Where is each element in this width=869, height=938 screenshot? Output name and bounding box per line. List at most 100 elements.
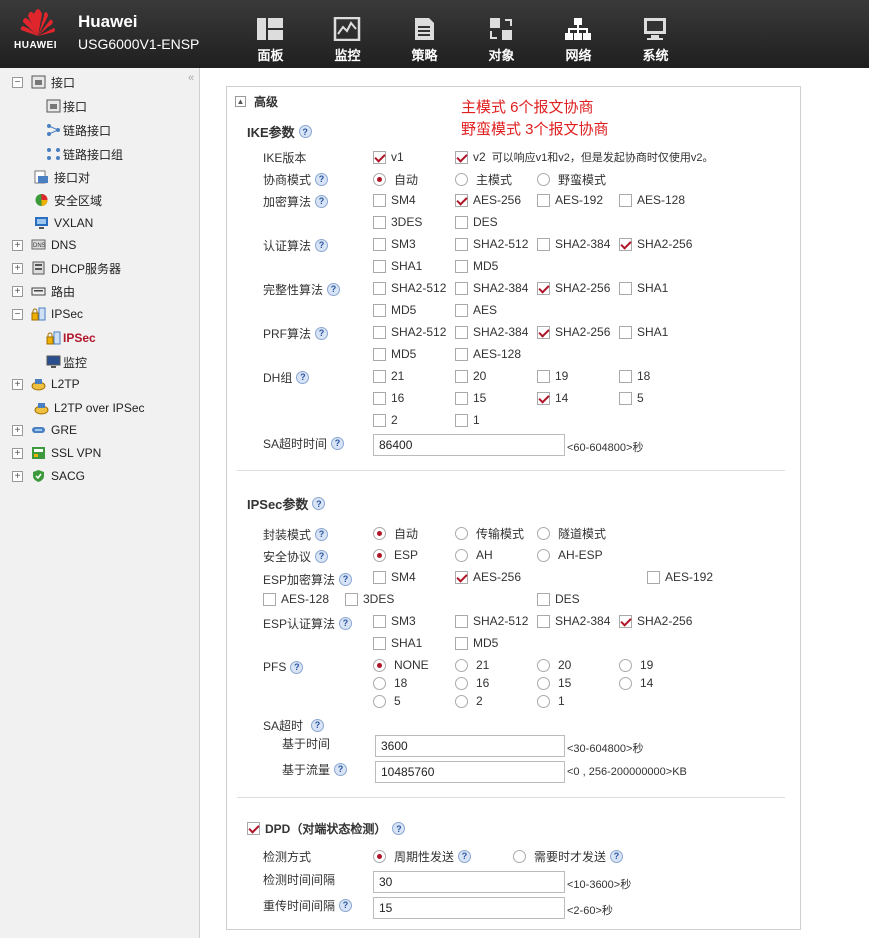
sidebar-item-sacg[interactable]: + SACG <box>12 466 85 486</box>
help-icon[interactable]: ? <box>339 616 353 630</box>
sidebar-item-link-interface-group[interactable]: 链路接口组 <box>46 144 123 164</box>
checkbox-icon[interactable] <box>455 259 468 273</box>
expand-icon[interactable]: + <box>12 424 23 436</box>
sidebar-item-ipsec-policy[interactable]: IPSec <box>46 328 96 348</box>
enc-des-checkbox[interactable]: DES <box>455 214 498 230</box>
checkbox-icon[interactable] <box>373 391 386 405</box>
auth-sha2-256-checkbox[interactable]: SHA2-256 <box>619 236 692 252</box>
sidebar-item-ipsec-monitor[interactable]: 监控 <box>46 352 87 372</box>
checkbox-icon[interactable] <box>455 369 468 383</box>
checkbox-icon[interactable] <box>619 237 632 251</box>
auth-md5-checkbox[interactable]: MD5 <box>455 258 498 274</box>
enc-3des-checkbox[interactable]: 3DES <box>373 214 422 230</box>
radio-icon[interactable] <box>513 849 526 863</box>
nav-monitor[interactable]: 监控 <box>309 0 386 68</box>
help-icon[interactable]: ? <box>315 194 329 208</box>
checkbox-icon[interactable] <box>455 636 468 650</box>
pfs-21-radio[interactable]: 21 <box>455 657 489 673</box>
help-icon[interactable]: ? <box>296 370 310 384</box>
help-icon[interactable]: ? <box>610 849 624 863</box>
encap-tunnel-radio[interactable]: 隧道模式 <box>537 525 606 541</box>
encap-auto-radio[interactable]: 自动 <box>373 525 418 541</box>
expand-icon[interactable]: + <box>12 470 23 482</box>
checkbox-icon[interactable] <box>647 570 660 584</box>
collapse-icon[interactable]: − <box>12 76 23 88</box>
radio-icon[interactable] <box>373 849 386 863</box>
sidebar-item-l2tp[interactable]: + L2TP <box>12 374 80 394</box>
checkbox-icon[interactable] <box>373 347 386 361</box>
integ-sha2-384-checkbox[interactable]: SHA2-384 <box>455 280 528 296</box>
checkbox-icon[interactable] <box>537 325 550 339</box>
radio-icon[interactable] <box>455 694 468 708</box>
radio-icon[interactable] <box>373 658 386 672</box>
pfs-none-radio[interactable]: NONE <box>373 657 429 673</box>
esp-auth-sm3-checkbox[interactable]: SM3 <box>373 613 416 629</box>
help-icon[interactable]: ? <box>315 172 329 186</box>
checkbox-icon[interactable] <box>619 281 632 295</box>
help-icon[interactable]: ? <box>298 125 312 138</box>
auth-sha1-checkbox[interactable]: SHA1 <box>373 258 422 274</box>
dpd-checkbox[interactable] <box>247 822 260 835</box>
checkbox-icon[interactable] <box>373 281 386 295</box>
collapse-icon[interactable]: − <box>12 308 23 320</box>
dh-14-checkbox[interactable]: 14 <box>537 390 568 406</box>
sidebar-item-interface-pair[interactable]: 接口对 <box>34 167 90 187</box>
checkbox-icon[interactable] <box>455 281 468 295</box>
checkbox-icon[interactable] <box>455 413 468 427</box>
radio-icon[interactable] <box>537 694 550 708</box>
radio-icon[interactable] <box>455 548 468 562</box>
dpd-ondemand-radio[interactable]: 需要时才发送? <box>513 848 624 864</box>
checkbox-icon[interactable] <box>373 636 386 650</box>
help-icon[interactable]: ? <box>315 549 329 563</box>
esp-enc-des-checkbox[interactable]: DES <box>537 591 580 607</box>
pfs-19-radio[interactable]: 19 <box>619 657 653 673</box>
prf-md5-checkbox[interactable]: MD5 <box>373 346 416 362</box>
proto-esp-radio[interactable]: ESP <box>373 547 418 563</box>
checkbox-icon[interactable] <box>455 303 468 317</box>
enc-sm4-checkbox[interactable]: SM4 <box>373 192 416 208</box>
pfs-15-radio[interactable]: 15 <box>537 675 571 691</box>
checkbox-icon[interactable] <box>373 215 386 229</box>
help-icon[interactable]: ? <box>315 326 329 340</box>
radio-icon[interactable] <box>537 526 550 540</box>
radio-icon[interactable] <box>619 676 632 690</box>
checkbox-icon[interactable] <box>537 614 550 628</box>
prf-aes128-checkbox[interactable]: AES-128 <box>455 346 521 362</box>
dpd-section-title[interactable]: DPD（对端状态检测） ? <box>247 820 406 837</box>
proto-ah-radio[interactable]: AH <box>455 547 493 563</box>
mode-auto-radio[interactable]: 自动 <box>373 171 418 187</box>
sidebar-item-vxlan[interactable]: VXLAN <box>34 213 93 233</box>
checkbox-icon[interactable] <box>373 259 386 273</box>
pfs-1-radio[interactable]: 1 <box>537 693 565 709</box>
esp-enc-sm4-checkbox[interactable]: SM4 <box>373 569 416 585</box>
dh-16-checkbox[interactable]: 16 <box>373 390 404 406</box>
help-icon[interactable]: ? <box>290 660 304 674</box>
prf-sha2-512-checkbox[interactable]: SHA2-512 <box>373 324 446 340</box>
help-icon[interactable]: ? <box>315 238 329 252</box>
dh-19-checkbox[interactable]: 19 <box>537 368 568 384</box>
expand-icon[interactable]: + <box>12 239 23 251</box>
integ-sha2-512-checkbox[interactable]: SHA2-512 <box>373 280 446 296</box>
esp-enc-aes192-checkbox[interactable]: AES-192 <box>647 569 713 585</box>
esp-enc-aes256-checkbox[interactable]: AES-256 <box>455 569 521 585</box>
radio-icon[interactable] <box>537 658 550 672</box>
radio-icon[interactable] <box>455 172 468 186</box>
dpd-periodic-radio[interactable]: 周期性发送? <box>373 848 472 864</box>
esp-auth-sha2-384-checkbox[interactable]: SHA2-384 <box>537 613 610 629</box>
checkbox-icon[interactable] <box>373 369 386 383</box>
esp-auth-sha2-512-checkbox[interactable]: SHA2-512 <box>455 613 528 629</box>
radio-icon[interactable] <box>619 658 632 672</box>
esp-enc-aes128-checkbox[interactable]: AES-128 <box>263 591 329 607</box>
pfs-14-radio[interactable]: 14 <box>619 675 653 691</box>
checkbox-icon[interactable] <box>373 150 386 164</box>
auth-sha2-384-checkbox[interactable]: SHA2-384 <box>537 236 610 252</box>
checkbox-icon[interactable] <box>455 325 468 339</box>
ike-sa-timeout-input[interactable] <box>373 434 565 456</box>
sidebar-item-security-zone[interactable]: 安全区域 <box>34 190 102 210</box>
collapse-sidebar-icon[interactable]: « <box>188 72 194 84</box>
checkbox-icon[interactable] <box>455 215 468 229</box>
esp-enc-3des-checkbox[interactable]: 3DES <box>345 591 394 607</box>
help-icon[interactable]: ? <box>392 822 406 835</box>
sidebar-item-gre[interactable]: + GRE <box>12 420 77 440</box>
sidebar-item-l2tp-over-ipsec[interactable]: L2TP over IPSec <box>34 398 145 418</box>
